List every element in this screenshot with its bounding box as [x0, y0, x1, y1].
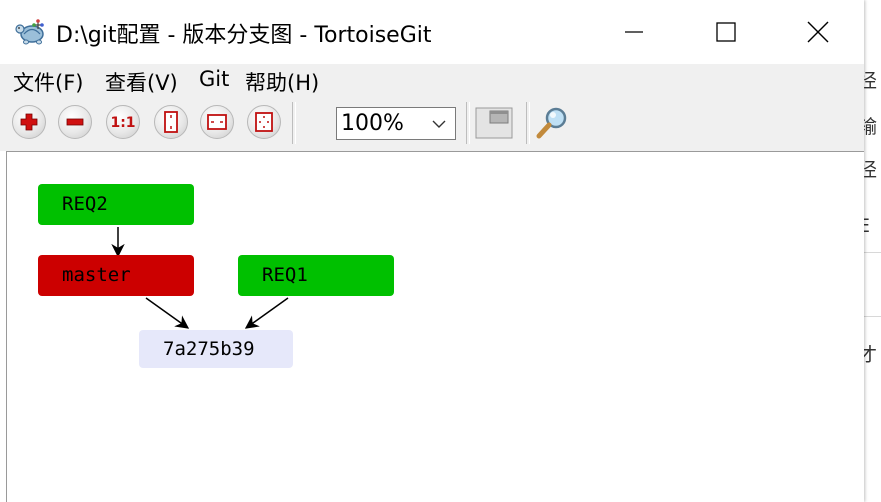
maximize-button[interactable] [680, 0, 772, 64]
background-divider [864, 252, 881, 253]
fit-height-icon [164, 111, 178, 133]
fit-height-button[interactable] [154, 105, 188, 139]
background-divider [864, 316, 881, 317]
zoom-out-button[interactable] [58, 105, 92, 139]
search-button[interactable] [534, 104, 572, 142]
fit-window-icon [255, 112, 273, 132]
toolbar-separator [292, 102, 296, 144]
title-bar[interactable]: D:\git配置 - 版本分支图 - TortoiseGit [0, 0, 864, 64]
overview-window-icon [475, 107, 513, 139]
fit-window-button[interactable] [247, 105, 281, 139]
svg-text:1:1: 1:1 [110, 115, 135, 131]
branch-node-master[interactable]: master [38, 255, 194, 296]
toolbar: 1:1 100% [0, 98, 864, 151]
menu-bar: 文件(F) 查看(V) Git 帮助(H) [0, 64, 864, 98]
zoom-value: 100% [341, 111, 404, 136]
revision-graph-window: D:\git配置 - 版本分支图 - TortoiseGit 文件(F) 查看(… [0, 0, 864, 502]
edge-req1-commit [244, 297, 289, 329]
zoom-in-button[interactable] [12, 105, 46, 139]
menu-view[interactable]: 查看(V) [105, 67, 178, 97]
chevron-down-icon [432, 120, 446, 128]
fit-width-icon [207, 114, 227, 130]
close-icon [807, 21, 829, 43]
commit-node[interactable]: 7a275b39 [139, 330, 293, 368]
magnifier-icon [536, 107, 567, 139]
maximize-icon [716, 22, 736, 42]
overview-button[interactable] [474, 105, 514, 141]
zoom-in-icon [20, 113, 38, 131]
minimize-button[interactable] [588, 0, 680, 64]
revision-graph-canvas[interactable]: REQ2 master REQ1 7a275b39 [6, 151, 864, 502]
edge-master-commit [145, 297, 190, 329]
menu-git[interactable]: Git [199, 67, 229, 91]
menu-help[interactable]: 帮助(H) [245, 67, 319, 97]
zoom-out-icon [66, 118, 84, 126]
toolbar-separator [526, 102, 530, 144]
toolbar-separator [466, 102, 470, 144]
tortoisegit-icon [15, 19, 44, 45]
actual-size-icon: 1:1 [110, 115, 135, 131]
branch-node-req1[interactable]: REQ1 [238, 255, 394, 296]
minimize-icon [625, 31, 643, 33]
branch-node-req2[interactable]: REQ2 [38, 184, 194, 225]
actual-size-button[interactable]: 1:1 [106, 105, 140, 139]
window-title: D:\git配置 - 版本分支图 - TortoiseGit [56, 23, 432, 48]
menu-file[interactable]: 文件(F) [13, 67, 83, 97]
close-button[interactable] [772, 0, 864, 64]
fit-width-button[interactable] [200, 105, 234, 139]
zoom-select[interactable]: 100% [336, 107, 456, 140]
